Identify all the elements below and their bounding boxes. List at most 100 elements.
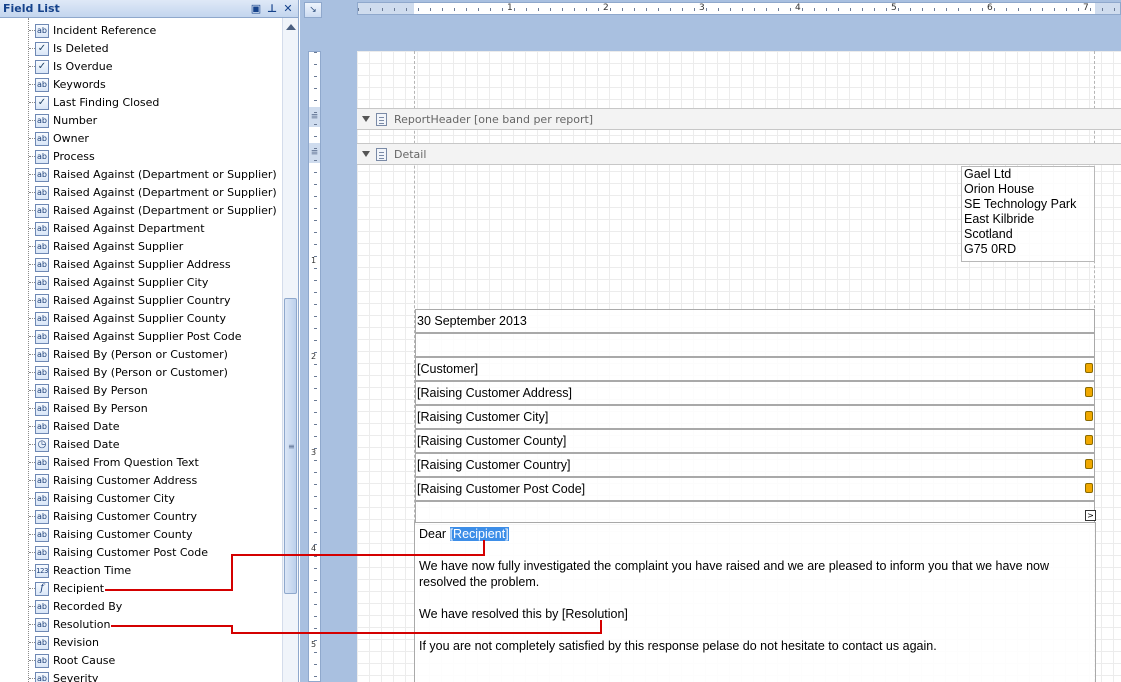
data-binding-icon[interactable] [1085, 435, 1093, 445]
blank-label[interactable] [415, 333, 1095, 357]
company-address-label[interactable]: Gael Ltd Orion House SE Technology Park … [961, 166, 1095, 262]
field-list-item[interactable]: ab Raised By Person [0, 382, 282, 400]
ruler-tick [314, 520, 317, 521]
field-list-item[interactable]: ab Raised Against Supplier County [0, 310, 282, 328]
ruler-tick [1090, 8, 1091, 11]
ruler-number: 6 [987, 3, 993, 13]
ruler-tick [754, 8, 755, 11]
date-label[interactable]: 30 September 2013 [415, 309, 1095, 333]
scrollbar-thumb[interactable]: ≡ [284, 298, 297, 594]
collapse-arrow-icon[interactable] [362, 151, 370, 157]
ruler-tick [466, 8, 467, 11]
data-binding-icon[interactable] [1085, 483, 1093, 493]
field-list-header: Field List ▣ ⊥ ✕ [0, 0, 298, 18]
field-list-item[interactable]: ✓ Is Overdue [0, 58, 282, 76]
field-list-scrollbar[interactable]: ≡ [282, 18, 298, 682]
pin-icon[interactable]: ⊥ [265, 1, 279, 16]
field-list-item[interactable]: ab Raised Against (Department or Supplier… [0, 184, 282, 202]
ruler-tick [586, 8, 587, 11]
field-list-item[interactable]: ab Root Cause [0, 652, 282, 670]
ruler-tick [314, 472, 317, 473]
ruler-tick [694, 8, 695, 11]
customer-country-field[interactable]: [Raising Customer Country] [415, 453, 1095, 477]
ruler-number: 3 [699, 3, 705, 13]
field-list-item[interactable]: ab Number [0, 112, 282, 130]
ruler-tick [314, 568, 317, 569]
ruler-tick [538, 8, 539, 11]
field-list-item[interactable]: ab Raised By (Person or Customer) [0, 364, 282, 382]
field-list-item[interactable]: 123 Reaction Time [0, 562, 282, 580]
customer-city-field[interactable]: [Raising Customer City] [415, 405, 1095, 429]
letter-richtext[interactable]: Dear [Recipient] We have now fully inves… [414, 522, 1096, 682]
field-list-item[interactable]: ✓ Last Finding Closed [0, 94, 282, 112]
field-list-item[interactable]: ab Raised Against Supplier [0, 238, 282, 256]
field-list-item[interactable]: ✓ Is Deleted [0, 40, 282, 58]
field-list-item[interactable]: ab Raising Customer Country [0, 508, 282, 526]
field-list-item[interactable]: ab Recorded By [0, 598, 282, 616]
customer-address-field[interactable]: [Raising Customer Address] [415, 381, 1095, 405]
field-list-item[interactable]: ab Raised From Question Text [0, 454, 282, 472]
report-page[interactable]: ReportHeader [one band per report] Detai… [357, 51, 1121, 682]
field-list-item[interactable]: f Recipient [0, 580, 282, 598]
field-list-item[interactable]: ab Raised Against Supplier Address [0, 256, 282, 274]
field-list-item[interactable]: ab Raised Against Supplier City [0, 274, 282, 292]
field-list-item[interactable]: ab Raised Against Supplier Country [0, 292, 282, 310]
grip-icon: ≡ [288, 442, 295, 451]
data-binding-icon[interactable] [1085, 459, 1093, 469]
data-binding-icon[interactable] [1085, 387, 1093, 397]
field-list-item[interactable]: ab Revision [0, 634, 282, 652]
field-list-item[interactable]: ab Severity [0, 670, 282, 682]
field-list-item[interactable]: ab Owner [0, 130, 282, 148]
collapse-arrow-icon[interactable] [362, 116, 370, 122]
band-report-header[interactable]: ReportHeader [one band per report] [357, 108, 1121, 130]
text-field-icon: ab [35, 78, 49, 92]
text-field-icon: ab [35, 150, 49, 164]
field-list-item[interactable]: ab Process [0, 148, 282, 166]
ruler-tick [314, 400, 317, 401]
field-list-tree: ab Incident Reference ✓ Is Deleted ✓ Is Overd… [0, 18, 282, 682]
field-list-item[interactable]: ab Raising Customer Post Code [0, 544, 282, 562]
field-list-item[interactable]: ab Keywords [0, 76, 282, 94]
field-list-item[interactable]: ab Incident Reference [0, 22, 282, 40]
field-label: Recipient [53, 582, 105, 595]
field-list-item[interactable]: ab Raised Against (Department or Supplier… [0, 166, 282, 184]
field-label: Raised By Person [53, 402, 148, 415]
customer-county-field[interactable]: [Raising Customer County] [415, 429, 1095, 453]
field-list-item[interactable]: ab Raising Customer City [0, 490, 282, 508]
customer-field[interactable]: [Customer] [415, 357, 1095, 381]
scroll-up-arrow-icon[interactable] [286, 24, 296, 30]
field-list-item[interactable]: ab Raised By (Person or Customer) [0, 346, 282, 364]
close-icon[interactable]: ✕ [281, 1, 295, 16]
customer-postcode-field[interactable]: [Raising Customer Post Code] [415, 477, 1095, 501]
ruler-tick [598, 8, 599, 11]
ruler-tick [314, 292, 317, 293]
data-binding-icon[interactable] [1085, 363, 1093, 373]
checkbox-field-icon: ✓ [35, 60, 49, 74]
field-list-item[interactable]: ab Raising Customer County [0, 526, 282, 544]
ruler-tick [886, 8, 887, 11]
text-field-icon: ab [35, 114, 49, 128]
ruler-tick [718, 8, 719, 11]
report-designer: ↘ 1234567 ≡ ≡ 12345 ReportHeader [one ba… [300, 0, 1121, 682]
data-binding-icon[interactable] [1085, 411, 1093, 421]
checkbox-field-icon: ✓ [35, 96, 49, 110]
recipient-field-highlight[interactable]: [Recipient] [448, 526, 510, 542]
smart-tag-icon[interactable]: > [1085, 510, 1096, 521]
field-list-item[interactable]: ab Resolution [0, 616, 282, 634]
field-list-item[interactable]: ab Raised By Person [0, 400, 282, 418]
text-field-icon: ab [35, 204, 49, 218]
ruler-tick [314, 556, 317, 557]
field-list-item[interactable]: ab Raised Date [0, 418, 282, 436]
address-line: Gael Ltd [964, 167, 1012, 181]
field-list-item[interactable]: ◷ Raised Date [0, 436, 282, 454]
field-list-item[interactable]: ab Raised Against Department [0, 220, 282, 238]
band-detail[interactable]: Detail [357, 143, 1121, 165]
window-position-icon[interactable]: ▣ [249, 1, 263, 16]
ruler-corner-button[interactable]: ↘ [304, 2, 322, 18]
field-list-item[interactable]: ab Raised Against Supplier Post Code [0, 328, 282, 346]
ruler-tick [910, 8, 911, 11]
field-list-item[interactable]: ab Raised Against (Department or Supplier… [0, 202, 282, 220]
ruler-tick [314, 196, 317, 197]
field-list-item[interactable]: ab Raising Customer Address [0, 472, 282, 490]
ruler-tick [766, 8, 767, 11]
